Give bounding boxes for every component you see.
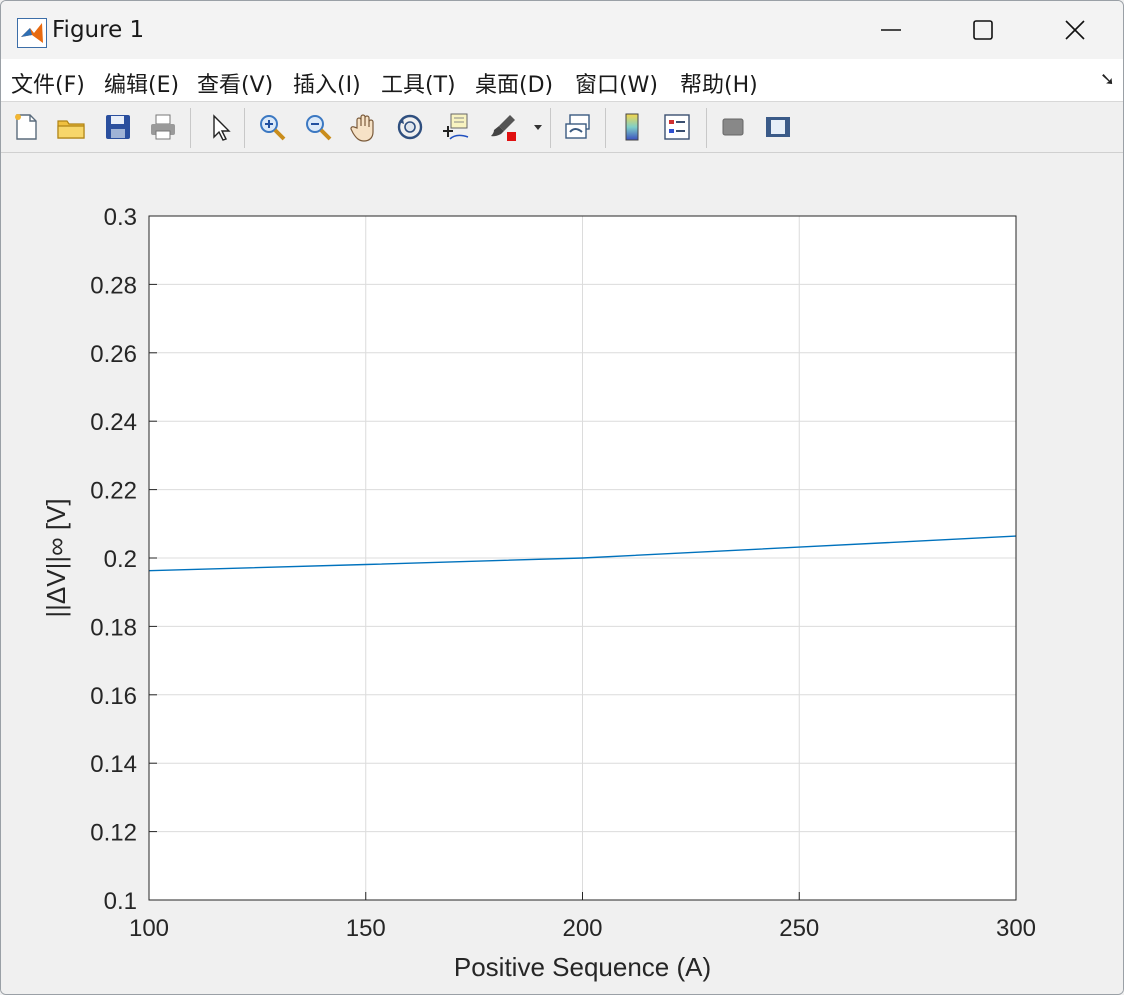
y-tick-label: 0.28 (90, 272, 137, 299)
hide-plot-tools-icon[interactable] (716, 110, 750, 144)
menu-help[interactable]: 帮助(H) (680, 67, 758, 99)
y-tick-label: 0.24 (90, 409, 137, 436)
y-tick-label: 0.26 (90, 341, 137, 368)
legend-icon[interactable] (660, 110, 694, 144)
close-icon (1065, 20, 1085, 40)
new-file-icon[interactable] (9, 110, 43, 144)
window-title: Figure 1 (52, 17, 145, 43)
title-bar: Figure 1 (1, 1, 1123, 59)
colorbar-icon[interactable] (615, 110, 649, 144)
rotate-3d-icon[interactable] (393, 110, 427, 144)
minimize-icon (881, 29, 901, 31)
brush-dropdown-icon[interactable] (530, 110, 546, 144)
zoom-in-icon[interactable] (255, 110, 289, 144)
menu-window[interactable]: 窗口(W) (575, 67, 658, 99)
brush-icon[interactable] (486, 110, 520, 144)
link-plot-icon[interactable] (561, 110, 595, 144)
x-axis-label: Positive Sequence (A) (454, 952, 711, 982)
y-tick-label: 0.2 (104, 546, 137, 573)
menu-insert[interactable]: 插入(I) (293, 67, 361, 99)
data-cursor-icon[interactable] (438, 110, 472, 144)
close-button[interactable] (1029, 1, 1121, 59)
matlab-logo-icon (17, 18, 47, 48)
figure-window: Figure 1 文件(F) 编辑(E) 查看(V) 插入(I) 工具(T) 桌… (0, 0, 1124, 995)
y-tick-label: 0.3 (104, 204, 137, 231)
show-plot-tools-icon[interactable] (761, 110, 795, 144)
toolbar-separator (550, 108, 551, 148)
toolbar-separator (706, 108, 707, 148)
toolbar-separator (190, 108, 191, 148)
pointer-icon[interactable] (203, 110, 237, 144)
figure-canvas: 100 150 200 250 300 0.1 0.12 0.14 0.16 0.18 0.2 0.2… (1, 153, 1123, 994)
menu-edit[interactable]: 编辑(E) (104, 67, 179, 99)
minimize-button[interactable] (845, 1, 937, 59)
toolbar (1, 102, 1123, 153)
menu-file[interactable]: 文件(F) (11, 67, 85, 99)
menu-desktop[interactable]: 桌面(D) (475, 67, 553, 99)
y-tick-label: 0.12 (90, 820, 137, 847)
zoom-out-icon[interactable] (301, 110, 335, 144)
y-tick-label: 0.14 (90, 751, 137, 778)
toolbar-separator (605, 108, 606, 148)
toolbar-separator (244, 108, 245, 148)
line-chart[interactable]: 100 150 200 250 300 0.1 0.12 0.14 0.16 0.18 0.2 0.2… (1, 153, 1123, 994)
maximize-icon (973, 20, 993, 40)
x-tick-label: 100 (129, 915, 169, 942)
print-icon[interactable] (146, 110, 180, 144)
y-tick-label: 0.22 (90, 478, 137, 505)
menu-bar: 文件(F) 编辑(E) 查看(V) 插入(I) 工具(T) 桌面(D) 窗口(W… (1, 59, 1123, 102)
y-tick-label: 0.18 (90, 614, 137, 641)
pan-hand-icon[interactable] (347, 110, 381, 144)
dock-arrow-icon[interactable]: ➘ (1100, 69, 1115, 90)
y-tick-label: 0.16 (90, 683, 137, 710)
x-tick-label: 300 (996, 915, 1036, 942)
x-tick-label: 200 (562, 915, 602, 942)
menu-tools[interactable]: 工具(T) (381, 67, 456, 99)
y-tick-label: 0.1 (104, 888, 137, 915)
x-tick-label: 250 (779, 915, 819, 942)
y-axis-label: ||ΔV||∞ [V] (41, 498, 71, 617)
open-folder-icon[interactable] (54, 110, 88, 144)
menu-view[interactable]: 查看(V) (197, 67, 273, 99)
x-tick-label: 150 (346, 915, 386, 942)
save-icon[interactable] (101, 110, 135, 144)
maximize-button[interactable] (937, 1, 1029, 59)
